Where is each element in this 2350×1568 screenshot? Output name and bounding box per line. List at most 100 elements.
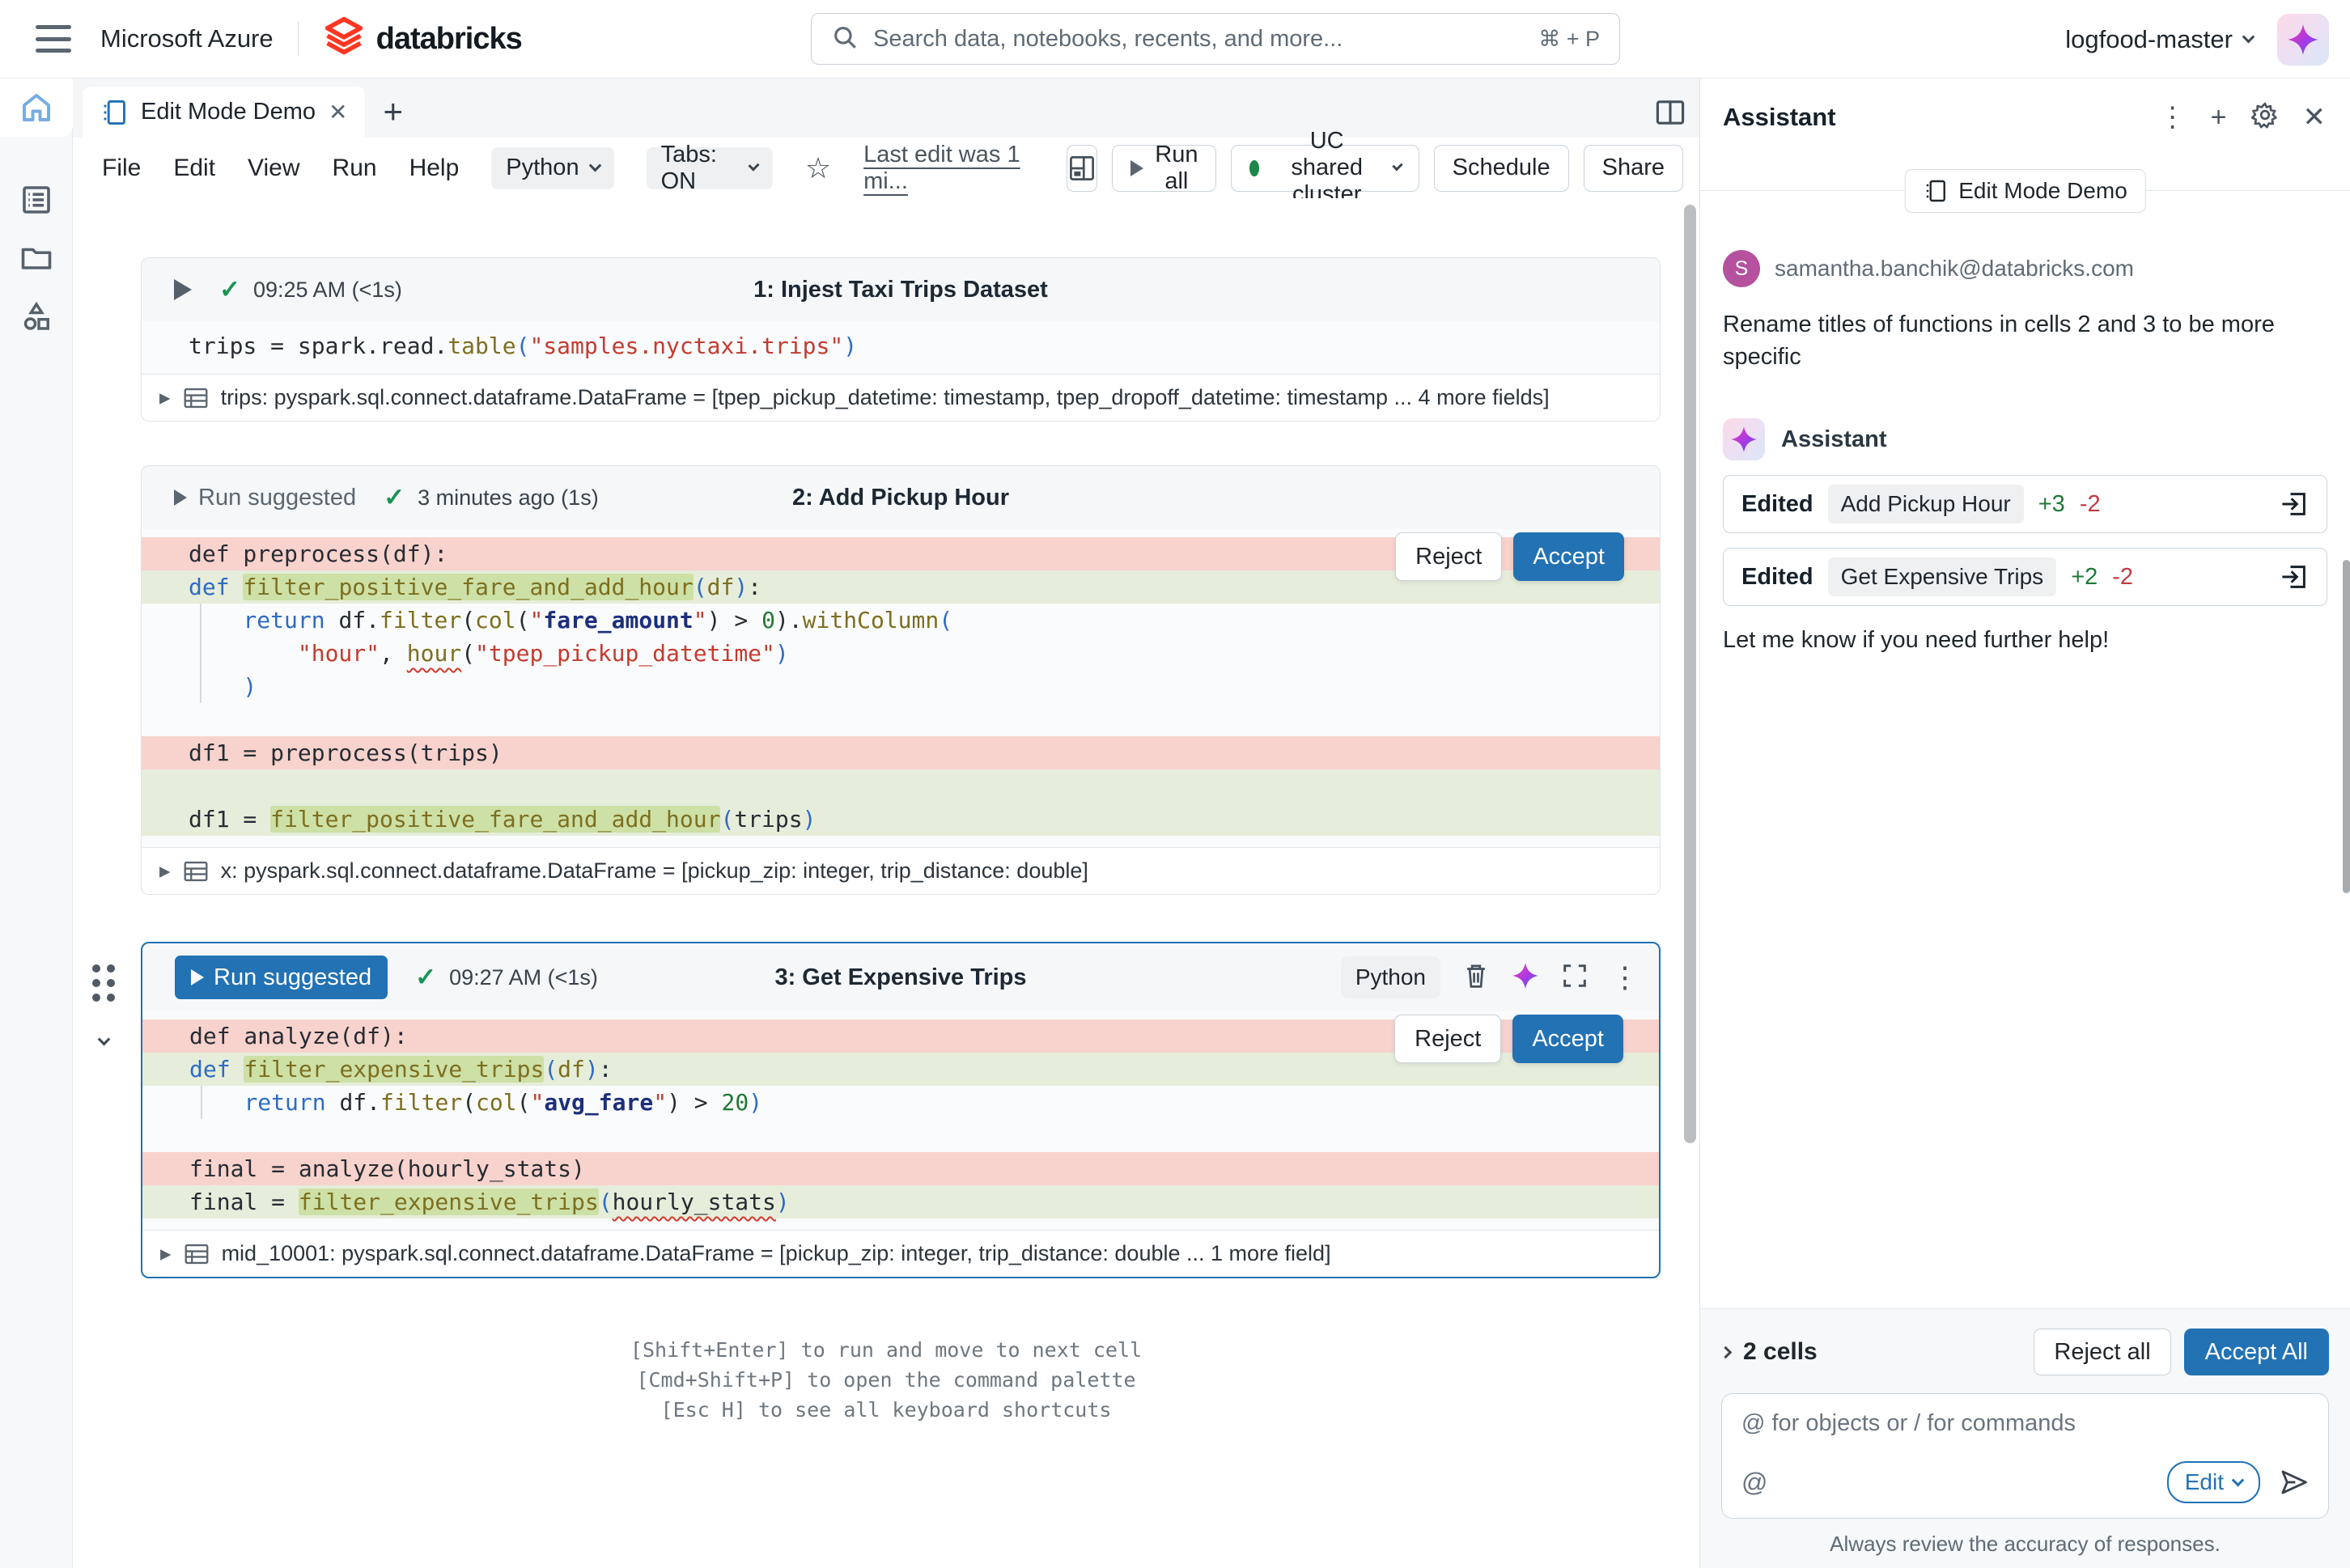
code-line[interactable]: final = filter_expensive_trips(hourly_st… — [142, 1185, 1659, 1218]
divider — [298, 21, 299, 57]
run-suggested-link[interactable]: Run suggested — [198, 485, 356, 511]
success-check-icon: ✓ — [415, 963, 436, 992]
databricks-logo[interactable]: databricks — [323, 16, 522, 62]
assistant-cell-icon[interactable] — [1512, 962, 1539, 994]
run-suggested-button[interactable]: Run suggested — [175, 956, 388, 999]
dataframe-table-icon — [184, 388, 208, 409]
jump-to-cell-icon[interactable] — [2280, 562, 2309, 591]
expand-cell-icon[interactable] — [1562, 963, 1588, 993]
code-line[interactable]: df1 = filter_positive_fare_and_add_hour(… — [142, 803, 1660, 836]
share-button[interactable]: Share — [1584, 145, 1683, 192]
code-line[interactable]: ) — [142, 670, 1660, 703]
edited-cell-card[interactable]: Edited Get Expensive Trips +2 -2 — [1723, 548, 2327, 606]
reject-suggestion-button[interactable]: Reject — [1395, 532, 1502, 581]
assistant-sparkle-icon — [1723, 418, 1765, 460]
new-chat-icon[interactable]: + — [2211, 104, 2227, 131]
workspace-switcher[interactable]: logfood-master — [2065, 25, 2253, 54]
collapse-cell-icon[interactable] — [97, 1033, 110, 1046]
reject-suggestion-button[interactable]: Reject — [1394, 1015, 1501, 1063]
menu-run[interactable]: Run — [333, 155, 377, 182]
accept-all-button[interactable]: Accept All — [2184, 1329, 2329, 1375]
expand-output-icon[interactable]: ▸ — [160, 1241, 172, 1266]
send-message-button[interactable] — [2278, 1467, 2309, 1498]
cell-code-editor[interactable]: Reject Accept def preprocess(df):def fil… — [142, 529, 1660, 847]
accept-suggestion-button[interactable]: Accept — [1513, 532, 1624, 581]
code-line[interactable]: "hour", hour("tpep_pickup_datetime") — [142, 637, 1660, 670]
code-line[interactable]: return df.filter(col("fare_amount") > 0)… — [142, 604, 1660, 637]
reject-all-button[interactable]: Reject all — [2034, 1329, 2170, 1375]
sidebar-item-workspace[interactable] — [0, 171, 73, 229]
assistant-sparkle-button[interactable] — [2277, 14, 2329, 66]
expand-output-icon[interactable]: ▸ — [159, 385, 171, 410]
code-line[interactable]: df1 = preprocess(trips) — [142, 736, 1660, 769]
mode-selector-button[interactable]: Edit — [2167, 1461, 2260, 1503]
code-line[interactable] — [142, 1119, 1659, 1152]
notebook-cell-1[interactable]: ✓ 09:25 AM (<1s) 1: Injest Taxi Trips Da… — [141, 257, 1661, 422]
menu-help[interactable]: Help — [409, 155, 460, 182]
schedule-button[interactable]: Schedule — [1434, 145, 1569, 192]
prompt-placeholder: @ for objects or / for commands — [1741, 1410, 2309, 1437]
assistant-reply-name: Assistant — [1781, 426, 1887, 453]
cell-output-row[interactable]: ▸ trips: pyspark.sql.connect.dataframe.D… — [142, 374, 1660, 421]
favorite-star-icon[interactable]: ☆ — [805, 151, 831, 185]
language-selector[interactable]: Python — [491, 147, 613, 189]
output-text: mid_10001: pyspark.sql.connect.dataframe… — [222, 1241, 1331, 1266]
folder-icon — [19, 241, 53, 275]
cell-code-editor[interactable]: Reject Accept def analyze(df):def filter… — [142, 1011, 1659, 1230]
drag-handle-icon[interactable] — [92, 964, 115, 1002]
cell-output-row[interactable]: ▸ mid_10001: pyspark.sql.connect.datafra… — [142, 1230, 1659, 1277]
top-bar: Microsoft Azure databricks Search data, … — [0, 0, 2350, 78]
hamburger-menu-icon[interactable] — [36, 25, 71, 53]
notebook-scrollbar[interactable] — [1684, 205, 1696, 1143]
run-all-label: Run all — [1155, 142, 1198, 195]
last-edit-link[interactable]: Last edit was 1 mi... — [863, 142, 1034, 195]
notebook-cell-2[interactable]: Run suggested ✓ 3 minutes ago (1s) 2: Ad… — [141, 465, 1661, 895]
window-scrollbar[interactable] — [2343, 560, 2350, 893]
accept-suggestion-button[interactable]: Accept — [1512, 1015, 1623, 1063]
menu-view[interactable]: View — [248, 155, 299, 182]
cluster-selector[interactable]: UC shared cluster — [1231, 145, 1419, 192]
output-text: trips: pyspark.sql.connect.dataframe.Dat… — [221, 385, 1550, 410]
sidebar-item-workflows[interactable] — [0, 287, 73, 345]
cell-output-row[interactable]: ▸ x: pyspark.sql.connect.dataframe.DataF… — [142, 847, 1660, 894]
run-all-button[interactable]: Run all — [1112, 145, 1216, 192]
edited-cell-card[interactable]: Edited Add Pickup Hour +3 -2 — [1723, 475, 2327, 533]
jump-to-cell-icon[interactable] — [2280, 489, 2309, 519]
cell-code-editor[interactable]: trips = spark.read.table("samples.nyctax… — [142, 321, 1660, 374]
cell-menu-icon[interactable]: ⋮ — [1610, 963, 1639, 992]
lines-added: +2 — [2071, 564, 2098, 591]
split-view-icon[interactable] — [1656, 100, 1685, 129]
sidebar-item-folders[interactable] — [0, 229, 73, 287]
code-line[interactable]: final = analyze(hourly_stats) — [142, 1152, 1659, 1185]
code-line[interactable] — [142, 769, 1660, 803]
settings-gear-icon[interactable] — [2251, 101, 2279, 133]
delete-cell-icon[interactable] — [1463, 962, 1489, 994]
code-line[interactable]: trips = spark.read.table("samples.nyctax… — [142, 329, 1660, 362]
close-panel-icon[interactable]: ✕ — [2303, 104, 2327, 131]
assistant-prompt-input[interactable]: @ for objects or / for commands @ Edit — [1721, 1393, 2329, 1519]
cell-run-time: 09:27 AM (<1s) — [449, 965, 598, 990]
view-layout-button[interactable] — [1067, 145, 1097, 192]
mention-at-icon[interactable]: @ — [1741, 1468, 1767, 1498]
workspace-name: logfood-master — [2065, 25, 2233, 54]
chevron-right-icon[interactable] — [1720, 1346, 1733, 1358]
play-icon — [174, 489, 187, 506]
tab-edit-mode-demo[interactable]: Edit Mode Demo ✕ — [83, 87, 365, 138]
run-cell-button[interactable] — [174, 279, 192, 300]
menu-file[interactable]: File — [102, 155, 141, 182]
user-message-text: Rename titles of functions in cells 2 an… — [1723, 308, 2327, 373]
menu-edit[interactable]: Edit — [173, 155, 215, 182]
edited-label: Edited — [1741, 564, 1813, 591]
notebook-cell-3[interactable]: Run suggested ✓ 09:27 AM (<1s) 3: Get Ex… — [141, 942, 1661, 1278]
code-line[interactable] — [142, 703, 1660, 736]
new-tab-button[interactable]: + — [383, 92, 403, 131]
cell-language-chip[interactable]: Python — [1341, 956, 1440, 998]
context-notebook-chip[interactable]: Edit Mode Demo — [1904, 169, 2146, 213]
tab-close-icon[interactable]: ✕ — [329, 99, 347, 125]
assistant-history-icon[interactable]: ⋮ — [2159, 104, 2187, 131]
code-line[interactable]: return df.filter(col("avg_fare") > 20) — [142, 1086, 1659, 1119]
tabs-toggle[interactable]: Tabs: ON — [647, 147, 773, 189]
global-search-input[interactable]: Search data, notebooks, recents, and mor… — [811, 13, 1620, 65]
expand-output-icon[interactable]: ▸ — [159, 858, 171, 884]
sidebar-item-home[interactable] — [0, 78, 73, 137]
